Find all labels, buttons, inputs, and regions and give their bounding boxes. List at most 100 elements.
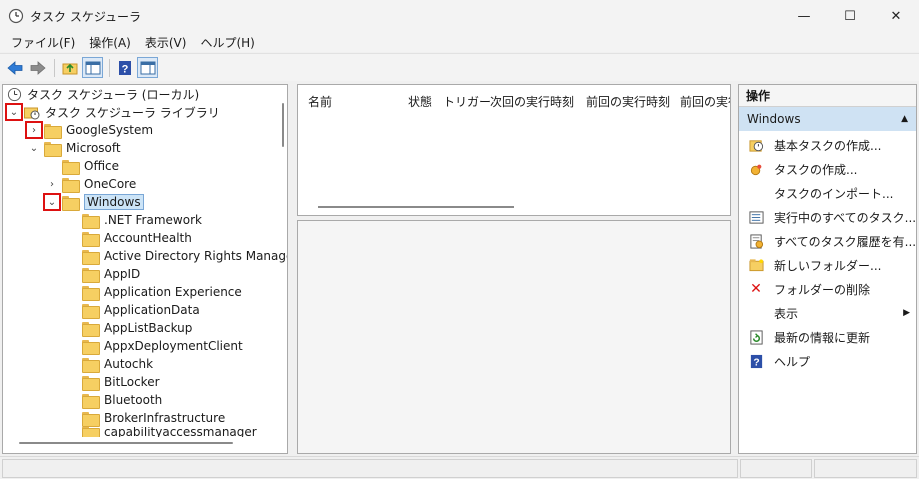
action-label: ヘルプ xyxy=(774,354,811,369)
title-bar: タスク スケジューラ — ☐ ✕ xyxy=(0,0,919,32)
status-bar-cell xyxy=(2,459,738,478)
column-header-name[interactable]: 名前 xyxy=(298,93,398,111)
tree-item-child[interactable]: Bluetooth xyxy=(82,391,162,409)
folder-icon xyxy=(62,159,80,175)
column-header-last-run[interactable]: 前回の実行時刻 xyxy=(576,93,670,111)
action-import-task[interactable]: タスクのインポート... xyxy=(739,181,893,205)
column-header-last-result[interactable]: 前回の実行 xyxy=(670,93,730,111)
folder-icon xyxy=(82,231,100,247)
delete-icon: ✕ xyxy=(750,281,762,297)
tree-item-office[interactable]: Office xyxy=(62,157,119,175)
tree-vertical-scrollbar[interactable] xyxy=(282,103,284,147)
tree-item-child[interactable]: Active Directory Rights Managem xyxy=(82,247,287,265)
up-folder-icon[interactable] xyxy=(59,57,80,78)
tree-item-onecore[interactable]: › OneCore xyxy=(46,175,136,193)
create-task-icon xyxy=(748,161,764,177)
tree-horizontal-scrollbar[interactable] xyxy=(19,442,233,444)
tree-item-root[interactable]: タスク スケジューラ (ローカル) xyxy=(7,85,199,103)
action-label: タスクの作成... xyxy=(774,162,858,177)
tree-item-label: AppxDeploymentClient xyxy=(104,339,243,353)
tree-item-label: .NET Framework xyxy=(104,213,202,227)
actions-section-windows[interactable]: Windows ▲ xyxy=(739,107,916,131)
toolbar-separator xyxy=(54,58,55,77)
library-folder-clock-icon xyxy=(24,107,40,119)
status-bar-cell xyxy=(740,459,812,478)
forward-arrow-icon[interactable] xyxy=(27,57,48,78)
action-label: すべてのタスク履歴を有... xyxy=(774,234,917,249)
tree-item-label: Bluetooth xyxy=(104,393,163,407)
tree-item-child[interactable]: capabilityaccessmanager xyxy=(82,427,257,437)
tree-item-label: ApplicationData xyxy=(104,303,200,317)
chevron-down-icon[interactable]: ⌄ xyxy=(43,193,61,211)
show-hide-action-pane-icon[interactable] xyxy=(137,57,158,78)
action-enable-task-history[interactable]: すべてのタスク履歴を有... xyxy=(739,229,916,253)
action-new-folder[interactable]: 新しいフォルダー... xyxy=(739,253,881,277)
svg-text:?: ? xyxy=(753,357,759,368)
tree-item-googlesystem[interactable]: › GoogleSystem xyxy=(25,121,153,139)
close-button[interactable]: ✕ xyxy=(873,0,919,32)
action-refresh[interactable]: 最新の情報に更新 xyxy=(739,325,870,349)
chevron-right-icon[interactable]: › xyxy=(46,178,58,190)
menu-action[interactable]: 操作(A) xyxy=(82,34,138,51)
folder-icon xyxy=(82,411,100,427)
tree-item-child[interactable]: AppListBackup xyxy=(82,319,192,337)
no-icon-spacer xyxy=(748,305,764,321)
action-create-basic-task[interactable]: 基本タスクの作成... xyxy=(739,133,881,157)
tree-item-label: Application Experience xyxy=(104,285,242,299)
tree-item-label: capabilityaccessmanager xyxy=(104,427,257,437)
action-help[interactable]: ? ヘルプ xyxy=(739,349,810,373)
tree-item-child[interactable]: .NET Framework xyxy=(82,211,202,229)
task-scheduler-clock-icon xyxy=(8,8,24,24)
chevron-down-icon[interactable]: ⌄ xyxy=(28,142,40,154)
folder-icon xyxy=(82,393,100,409)
tree-item-child[interactable]: AppxDeploymentClient xyxy=(82,337,243,355)
show-hide-tree-icon[interactable] xyxy=(82,57,103,78)
help-icon[interactable]: ? xyxy=(114,57,135,78)
folder-icon xyxy=(82,357,100,373)
column-header-trigger[interactable]: トリガー xyxy=(433,93,491,111)
basic-task-icon xyxy=(748,137,764,153)
column-header-status[interactable]: 状態 xyxy=(398,93,433,111)
menu-help[interactable]: ヘルプ(H) xyxy=(193,34,261,51)
folder-icon xyxy=(44,141,62,157)
tree-item-child[interactable]: AccountHealth xyxy=(82,229,192,247)
chevron-right-icon[interactable]: › xyxy=(25,121,43,139)
tree-item-child[interactable]: AppID xyxy=(82,265,140,283)
task-scheduler-clock-icon xyxy=(7,87,22,101)
task-list-horizontal-scrollbar[interactable] xyxy=(318,206,514,208)
section-title: Windows xyxy=(747,112,801,126)
back-arrow-icon[interactable] xyxy=(4,57,25,78)
minimize-button[interactable]: — xyxy=(781,0,827,32)
tree-item-child[interactable]: Application Experience xyxy=(82,283,242,301)
svg-text:?: ? xyxy=(121,63,128,75)
tree-item-library[interactable]: ⌄ タスク スケジューラ ライブラリ xyxy=(5,103,220,121)
actions-header: 操作 xyxy=(739,85,916,107)
menu-view[interactable]: 表示(V) xyxy=(138,34,194,51)
menu-file[interactable]: ファイル(F) xyxy=(4,34,82,51)
tree-item-child[interactable]: BitLocker xyxy=(82,373,160,391)
chevron-down-icon[interactable]: ⌄ xyxy=(5,103,23,121)
task-history-icon xyxy=(748,233,764,249)
console-tree-pane[interactable]: タスク スケジューラ (ローカル) ⌄ タスク スケジューラ ライブラリ › G… xyxy=(2,84,288,454)
tree-item-child[interactable]: ApplicationData xyxy=(82,301,200,319)
action-view[interactable]: 表示 ▶ xyxy=(739,301,916,325)
collapse-arrow-icon[interactable]: ▲ xyxy=(901,114,908,124)
action-create-task[interactable]: タスクの作成... xyxy=(739,157,857,181)
action-delete-folder[interactable]: ✕ フォルダーの削除 xyxy=(739,277,870,301)
tree-item-child[interactable]: BrokerInfrastructure xyxy=(82,409,225,427)
action-display-running-tasks[interactable]: 実行中のすべてのタスク... xyxy=(739,205,916,229)
folder-icon xyxy=(82,267,100,283)
tree-item-microsoft[interactable]: ⌄ Microsoft xyxy=(28,139,121,157)
action-label: 表示 xyxy=(774,306,799,321)
tree-item-child[interactable]: Autochk xyxy=(82,355,153,373)
status-bar xyxy=(0,456,919,479)
folder-icon xyxy=(82,321,100,337)
running-tasks-icon xyxy=(748,209,764,225)
column-header-next-run[interactable]: 次回の実行時刻 xyxy=(480,93,576,111)
task-detail-pane xyxy=(297,220,731,454)
task-list-pane[interactable]: 名前 状態 トリガー 次回の実行時刻 前回の実行時刻 前回の実行 xyxy=(297,84,731,216)
folder-icon xyxy=(82,375,100,391)
maximize-button[interactable]: ☐ xyxy=(827,0,873,32)
folder-icon xyxy=(62,195,80,211)
tree-item-windows[interactable]: ⌄ Windows xyxy=(43,193,144,211)
